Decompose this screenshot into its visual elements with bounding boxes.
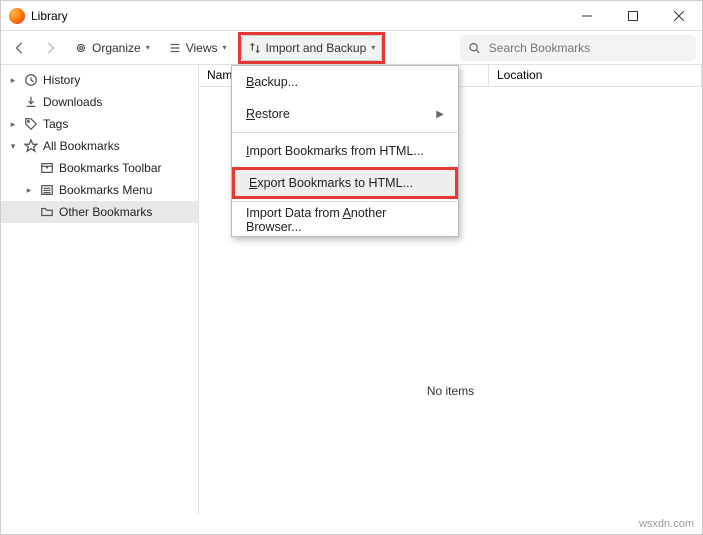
window-title: Library [31,9,564,23]
menu-label: Export Bookmarks to HTML... [249,176,413,190]
search-input[interactable] [487,40,688,56]
sidebar-item-all-bookmarks[interactable]: ▾ All Bookmarks [1,135,198,157]
views-button[interactable]: Views ▾ [161,35,234,61]
sidebar-label: Downloads [43,95,102,109]
search-box[interactable] [460,35,696,61]
menu-label: Import Bookmarks from HTML... [246,144,424,158]
back-button[interactable] [7,35,33,61]
forward-button[interactable] [37,35,63,61]
sidebar-label: History [43,73,80,87]
sidebar-item-history[interactable]: ▸ History [1,69,198,91]
download-icon [23,94,39,110]
gear-icon [74,41,88,55]
sidebar-label: All Bookmarks [43,139,120,153]
import-backup-menu: Backup... Restore ▶ Import Bookmarks fro… [231,65,459,237]
sidebar-label: Bookmarks Menu [59,183,152,197]
chevron-down-icon: ▾ [371,43,375,52]
twisty-icon[interactable]: ▾ [7,141,19,152]
folder-icon [39,204,55,220]
tag-icon [23,116,39,132]
menu-import-html[interactable]: Import Bookmarks from HTML... [232,135,458,167]
sidebar-label: Other Bookmarks [59,205,152,219]
sidebar-item-bookmarks-toolbar[interactable]: Bookmarks Toolbar [1,157,198,179]
maximize-button[interactable] [610,1,656,31]
list-icon [168,41,182,55]
import-backup-button[interactable]: Import and Backup ▾ [241,35,383,61]
menu-restore[interactable]: Restore ▶ [232,98,458,130]
title-bar: Library [1,1,702,31]
menu-label: Restore [246,107,290,121]
window-buttons [564,1,702,31]
watermark: wsxdn.com [639,518,694,530]
sidebar-label: Tags [43,117,68,131]
views-label: Views [186,41,218,55]
menu-icon [39,182,55,198]
menu-import-browser[interactable]: Import Data from Another Browser... [232,204,458,236]
minimize-button[interactable] [564,1,610,31]
menu-separator [232,201,458,202]
sidebar: ▸ History Downloads ▸ Tags ▾ All Bookmar… [1,65,199,514]
organize-button[interactable]: Organize ▾ [67,35,157,61]
twisty-icon[interactable]: ▸ [23,185,35,196]
sidebar-label: Bookmarks Toolbar [59,161,162,175]
menu-separator [232,132,458,133]
chevron-down-icon: ▾ [223,43,227,52]
app-icon [9,8,25,24]
sidebar-item-tags[interactable]: ▸ Tags [1,113,198,135]
import-backup-highlight: Import and Backup ▾ [238,32,386,64]
menu-label: Backup... [246,75,298,89]
updown-icon [248,41,262,55]
submenu-arrow-icon: ▶ [436,109,444,120]
menu-label: Import Data from Another Browser... [246,206,444,234]
column-location[interactable]: Location [489,65,702,86]
sidebar-item-other-bookmarks[interactable]: Other Bookmarks [1,201,198,223]
menu-export-html[interactable]: Export Bookmarks to HTML... [232,167,458,199]
sidebar-item-bookmarks-menu[interactable]: ▸ Bookmarks Menu [1,179,198,201]
star-icon [23,138,39,154]
organize-label: Organize [92,41,141,55]
twisty-icon[interactable]: ▸ [7,75,19,86]
clock-icon [23,72,39,88]
search-icon [468,41,481,55]
chevron-down-icon: ▾ [146,43,150,52]
empty-message: No items [427,384,474,398]
toolbar: Organize ▾ Views ▾ Import and Backup ▾ [1,31,702,65]
import-backup-label: Import and Backup [266,41,367,55]
close-button[interactable] [656,1,702,31]
menu-backup[interactable]: Backup... [232,66,458,98]
sidebar-item-downloads[interactable]: Downloads [1,91,198,113]
twisty-icon[interactable]: ▸ [7,119,19,130]
toolbar-icon [39,160,55,176]
